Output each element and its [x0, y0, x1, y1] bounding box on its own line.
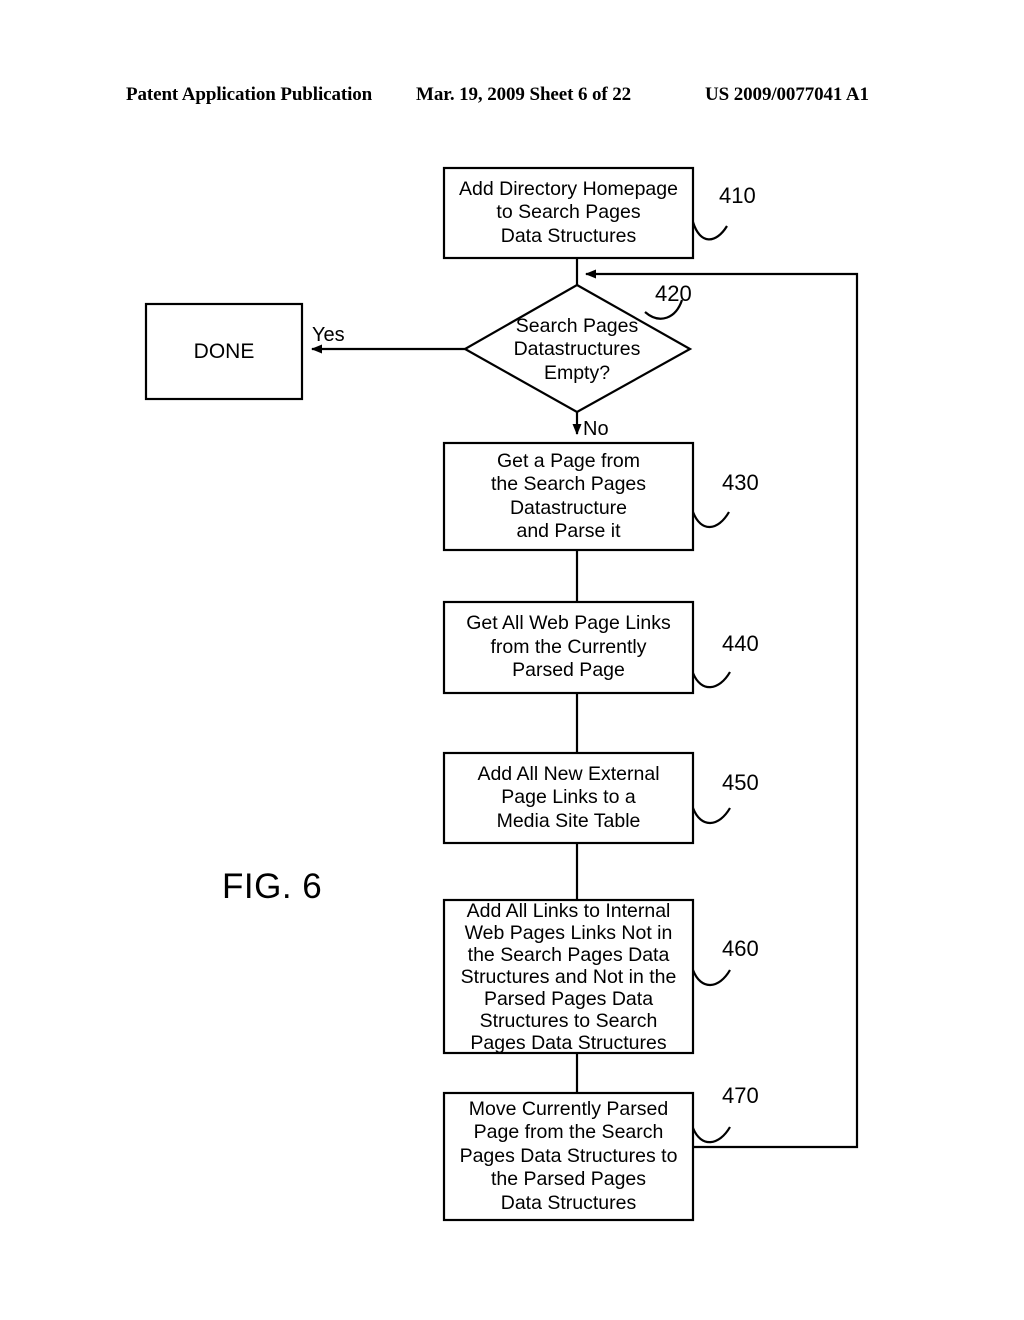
node-text-430: Get a Page from the Search Pages Datastr…: [490, 449, 647, 543]
node-text-440: Get All Web Page Links from the Currentl…: [466, 612, 671, 682]
leader-460: [691, 969, 731, 987]
figure-label: FIG. 6: [222, 867, 323, 906]
ref-number-440: 440: [722, 631, 759, 656]
ref-number-460: 460: [722, 936, 759, 961]
edge-label-no: No: [583, 418, 609, 440]
ref-number-420: 420: [655, 281, 692, 306]
figure-6-flowchart: Add Directory Homepage to Search Pages D…: [0, 0, 1024, 1320]
edge-label-yes: Yes: [312, 324, 345, 346]
node-text-470: Move Currently Parsed Page from the Sear…: [459, 1097, 678, 1214]
leader-430: [691, 511, 730, 529]
node-text-410: Add Directory Homepage to Search Pages D…: [459, 177, 678, 247]
leader-450: [691, 807, 731, 825]
node-text-450: Add All New External Page Links to a Med…: [477, 762, 660, 832]
ref-number-430: 430: [722, 470, 759, 495]
node-text-420: Search Pages Datastructures Empty?: [513, 314, 641, 384]
leader-440: [691, 671, 731, 689]
ref-number-470: 470: [722, 1083, 759, 1108]
ref-number-410: 410: [719, 183, 756, 208]
leader-470: [691, 1126, 731, 1144]
node-text-460: Add All Links to Internal Web Pages Link…: [460, 899, 677, 1054]
ref-number-450: 450: [722, 770, 759, 795]
leader-410: [691, 221, 728, 241]
node-text-done: DONE: [193, 340, 255, 363]
